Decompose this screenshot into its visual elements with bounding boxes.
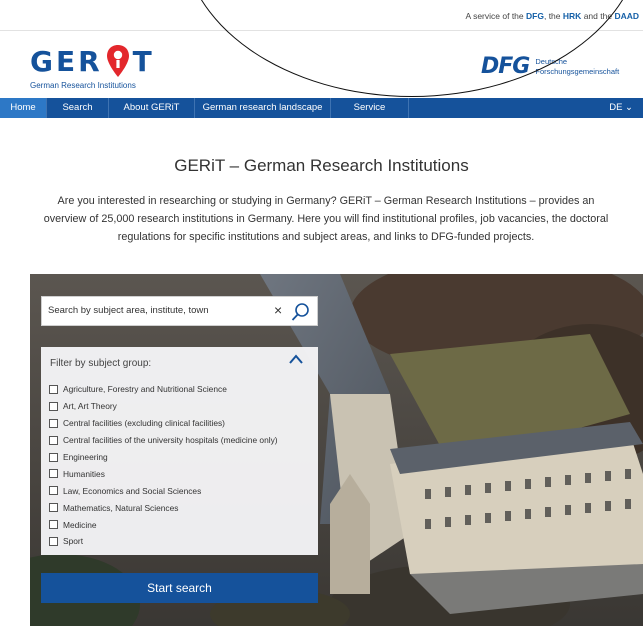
checkbox[interactable] <box>49 486 58 496</box>
filter-option[interactable]: Medicine <box>49 516 278 533</box>
daad-link[interactable]: DAAD <box>614 11 639 21</box>
main-nav: Home Search About GERiT German research … <box>0 98 643 118</box>
start-search-button[interactable]: Start search <box>41 573 318 603</box>
nav-service[interactable]: Service <box>331 98 409 118</box>
service-note: A service of the DFG, the HRK and the DA… <box>465 11 639 21</box>
nav-search[interactable]: Search <box>47 98 109 118</box>
filter-option[interactable]: Engineering <box>49 449 278 466</box>
search-box: × <box>41 296 318 326</box>
nav-research-landscape[interactable]: German research landscape <box>195 98 331 118</box>
language-switch[interactable]: DE ⌄ <box>609 98 643 118</box>
search-icon[interactable] <box>291 302 311 322</box>
filter-option[interactable]: Sport <box>49 533 278 550</box>
checkbox[interactable] <box>49 418 58 428</box>
checkbox[interactable] <box>49 536 58 546</box>
checkbox[interactable] <box>49 520 58 530</box>
page-title: GERiT – German Research Institutions <box>174 156 469 175</box>
clear-search-icon[interactable]: × <box>274 302 282 318</box>
checkbox[interactable] <box>49 401 58 411</box>
filter-option[interactable]: Art, Art Theory <box>49 398 278 415</box>
service-bar: A service of the DFG, the HRK and the DA… <box>0 0 643 31</box>
filter-option[interactable]: Humanities <box>49 465 278 482</box>
nav-about[interactable]: About GERiT <box>109 98 195 118</box>
dfg-logo[interactable]: DFG Deutsche Forschungsgemeinschaft <box>481 54 619 79</box>
filter-option[interactable]: Mathematics, Natural Sciences <box>49 499 278 516</box>
nav-home[interactable]: Home <box>0 98 47 118</box>
filter-option[interactable]: Central facilities (excluding clinical f… <box>49 415 278 432</box>
filter-heading: Filter by subject group: <box>50 358 152 369</box>
checkbox[interactable] <box>49 384 58 394</box>
location-pin-icon <box>106 45 129 77</box>
gerit-logo[interactable]: GER T German Research Institutions <box>30 43 155 91</box>
checkbox[interactable] <box>49 469 58 479</box>
filter-option[interactable]: Agriculture, Forestry and Nutritional Sc… <box>49 381 278 398</box>
checkbox[interactable] <box>49 503 58 513</box>
search-input[interactable] <box>48 305 258 316</box>
chevron-up-icon[interactable] <box>289 354 303 364</box>
site-header: GER T German Research Institutions DFG D… <box>0 31 643 95</box>
hrk-link[interactable]: HRK <box>563 11 581 21</box>
subject-group-list: Agriculture, Forestry and Nutritional Sc… <box>49 381 278 550</box>
filter-option[interactable]: Central facilities of the university hos… <box>49 432 278 449</box>
subject-filter-panel: Filter by subject group: Agriculture, Fo… <box>41 347 318 555</box>
filter-option[interactable]: Law, Economics and Social Sciences <box>49 482 278 499</box>
logo-subtitle: German Research Institutions <box>30 81 136 90</box>
checkbox[interactable] <box>49 452 58 462</box>
intro-text: Are you interested in researching or stu… <box>43 195 609 243</box>
checkbox[interactable] <box>49 435 58 445</box>
dfg-link[interactable]: DFG <box>526 11 544 21</box>
